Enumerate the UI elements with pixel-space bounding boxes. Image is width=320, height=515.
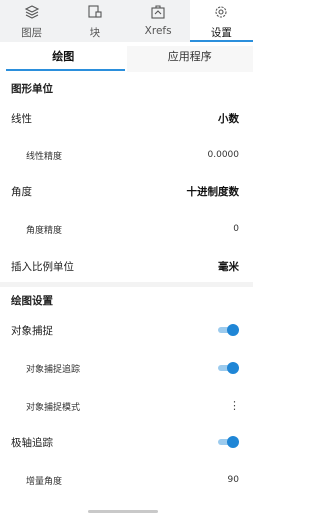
tab-xrefs-label: Xrefs (144, 25, 172, 37)
tab-settings[interactable]: 设置 (189, 0, 254, 42)
top-nav: 图层 块 Xrefs 设置 (0, 0, 254, 42)
subtab-application[interactable]: 应用程序 (126, 46, 253, 72)
object-snap-tracking-toggle[interactable] (217, 362, 239, 374)
units-header-label: 图形单位 (11, 82, 53, 95)
object-snap-tracking-row: 对象捕捉追踪 (0, 358, 253, 378)
angle-label: 角度 (11, 185, 32, 198)
xrefs-icon (151, 5, 165, 19)
section-divider (0, 282, 253, 287)
gear-icon (215, 6, 227, 18)
tab-settings-label: 设置 (210, 27, 232, 39)
increment-angle-label: 增量角度 (26, 476, 63, 487)
tab-blocks-label: 块 (89, 27, 101, 39)
object-snap-tracking-label: 对象捕捉追踪 (26, 364, 81, 375)
insert-scale-label: 插入比例单位 (11, 260, 74, 273)
increment-angle-row[interactable]: 增量角度 90 (0, 470, 253, 490)
object-snap-toggle[interactable] (217, 324, 239, 336)
angle-precision-value[interactable]: 0 (233, 224, 239, 234)
object-snap-mode-label: 对象捕捉模式 (26, 402, 81, 413)
tab-blocks[interactable]: 块 (63, 0, 126, 42)
insert-scale-value[interactable]: 毫米 (218, 259, 239, 274)
linear-label: 线性 (11, 112, 32, 125)
drawing-section-header: 绘图设置 (0, 290, 253, 310)
block-icon (88, 5, 102, 18)
object-snap-label: 对象捕捉 (11, 324, 53, 337)
layers-icon (24, 5, 39, 19)
angle-value[interactable]: 十进制度数 (187, 184, 240, 199)
linear-precision-label: 线性精度 (26, 151, 63, 162)
units-section-header: 图形单位 (0, 78, 253, 98)
increment-angle-value[interactable]: 90 (228, 475, 239, 485)
linear-precision-value[interactable]: 0.0000 (208, 150, 240, 160)
angle-precision-label: 角度精度 (26, 225, 63, 236)
tab-layers[interactable]: 图层 (0, 0, 63, 42)
polar-tracking-row: 极轴追踪 (0, 432, 253, 452)
linear-units-row[interactable]: 线性 小数 (0, 108, 253, 128)
home-indicator[interactable] (88, 510, 158, 513)
subtab-drawing[interactable]: 绘图 (0, 46, 127, 72)
angle-precision-row[interactable]: 角度精度 0 (0, 219, 253, 239)
object-snap-mode-row[interactable]: 对象捕捉模式 ⋮ (0, 396, 253, 416)
angle-units-row[interactable]: 角度 十进制度数 (0, 181, 253, 201)
insert-scale-row[interactable]: 插入比例单位 毫米 (0, 256, 253, 276)
more-options-icon[interactable]: ⋮ (229, 400, 240, 411)
polar-tracking-toggle[interactable] (217, 436, 239, 448)
polar-tracking-label: 极轴追踪 (11, 436, 53, 449)
sub-tabs: 绘图 应用程序 (0, 46, 253, 72)
linear-precision-row[interactable]: 线性精度 0.0000 (0, 145, 253, 165)
linear-value[interactable]: 小数 (218, 111, 239, 126)
drawing-header-label: 绘图设置 (11, 294, 53, 307)
tab-layers-label: 图层 (21, 27, 43, 39)
tab-xrefs[interactable]: Xrefs (127, 0, 190, 42)
object-snap-row: 对象捕捉 (0, 320, 253, 340)
